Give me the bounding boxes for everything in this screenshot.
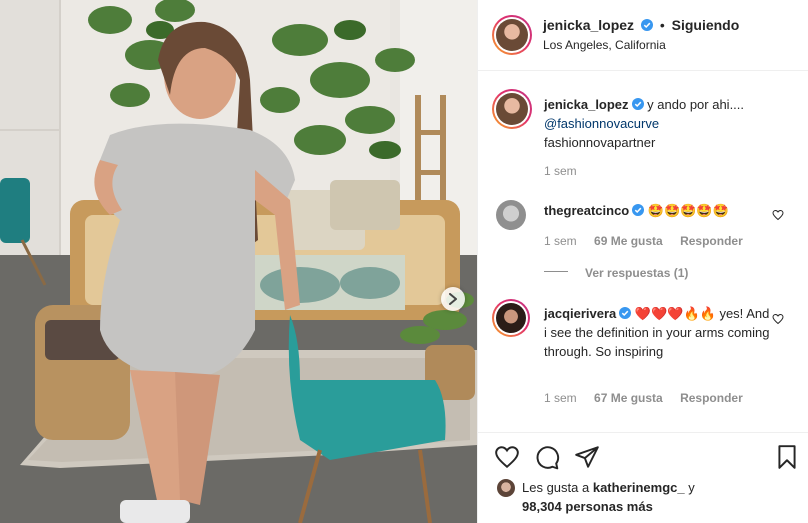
comment-like-heart-icon[interactable] [772,209,784,221]
comment-1: thegreatcinco 🤩🤩🤩🤩🤩 [544,201,729,220]
verified-badge-icon [632,204,645,216]
comment-likes-count[interactable]: 67 Me gusta [594,391,663,405]
view-replies-button[interactable]: Ver respuestas (1) [585,266,688,280]
comment-2: jacqierivera ❤️❤️❤️🔥🔥 yes! And i see the… [544,304,772,361]
header-separator: • [659,17,665,33]
comment-like-heart-icon[interactable] [772,313,784,325]
comment-bubble-icon[interactable] [534,444,560,470]
comment-time[interactable]: 1 sem [544,234,577,248]
likes-count-link[interactable]: 98,304 personas más [522,499,653,514]
liker-username[interactable]: katherinemgc_ [593,480,685,495]
caption-text: y ando por ahi.... [647,97,745,112]
caption-avatar[interactable] [492,89,532,129]
post-photo-illustration [0,0,477,523]
follow-status-button[interactable]: Siguiendo [672,17,740,33]
verified-badge-icon [631,98,644,110]
comment-reply-button[interactable]: Responder [680,234,743,248]
bookmark-icon[interactable] [774,444,800,470]
author-username[interactable]: jenicka_lopez [543,17,634,33]
post-header: jenicka_lopez • Siguiendo Los Angeles, C… [478,0,808,71]
commenter-avatar[interactable] [496,200,526,230]
comment-reply-button[interactable]: Responder [680,391,743,405]
comment-1-meta: 1 sem 69 Me gusta Responder [544,234,757,248]
post-caption: jenicka_lopez y ando por ahi.... @fashio… [544,95,799,152]
verified-badge-icon [619,307,632,319]
next-photo-button[interactable] [441,287,465,311]
post-side-panel: jenicka_lopez • Siguiendo Los Angeles, C… [477,0,808,523]
comment-text: 🤩🤩🤩🤩🤩 [647,203,729,218]
replies-divider [544,271,568,272]
paper-plane-icon[interactable] [574,444,600,470]
likes-prefix: Les gusta a [522,480,590,495]
likes-and: y [688,480,695,495]
liker-avatar[interactable] [496,478,516,498]
comment-text-tail: yes! [715,306,744,321]
commenter-avatar[interactable] [492,299,530,337]
author-avatar[interactable] [492,15,532,55]
post-photo[interactable] [0,0,477,523]
caption-time[interactable]: 1 sem [544,164,577,178]
post-actions-bar [478,432,808,480]
heart-outline-icon[interactable] [494,444,520,470]
comment-username[interactable]: jacqierivera [544,306,616,321]
chevron-right-icon [449,293,457,305]
caption-mention-link[interactable]: @fashionnovacurve [544,116,659,131]
caption-hashtag-line: fashionnovapartner [544,135,656,150]
comment-likes-count[interactable]: 69 Me gusta [594,234,663,248]
comment-username[interactable]: thegreatcinco [544,203,629,218]
comment-emoji: ❤️❤️❤️🔥🔥 [634,306,716,321]
post-location[interactable]: Los Angeles, California [543,38,666,52]
caption-username[interactable]: jenicka_lopez [544,97,629,112]
verified-badge-icon [640,19,653,31]
comment-time[interactable]: 1 sem [544,391,577,405]
likes-summary: Les gusta a katherinemgc_ y 98,304 perso… [522,478,695,516]
comment-2-meta: 1 sem 67 Me gusta Responder [544,391,757,405]
